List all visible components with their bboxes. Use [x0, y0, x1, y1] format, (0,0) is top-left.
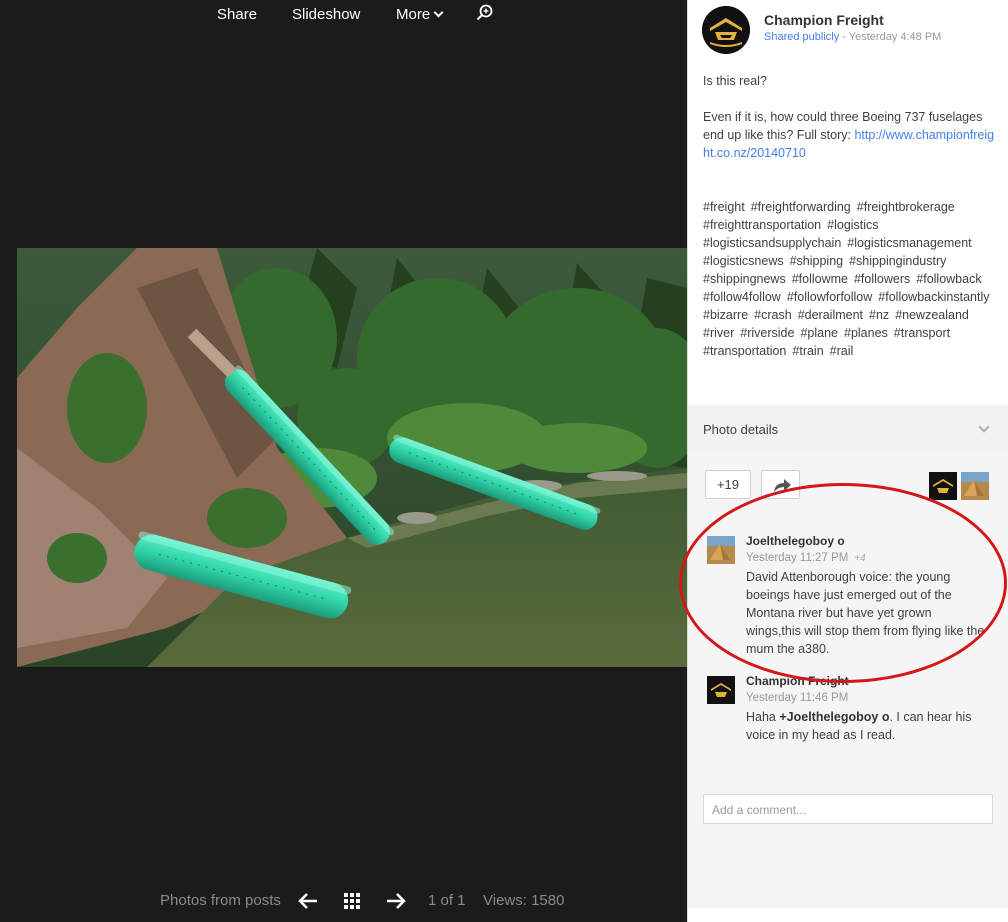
hashtag-link[interactable]: #plane: [800, 324, 838, 342]
share-post-button[interactable]: [761, 470, 800, 499]
post-panel: Champion Freight Shared publicly - Yeste…: [687, 0, 1008, 922]
viewer-footer: Photos from posts 1 of 1 Views: 1580: [0, 889, 687, 913]
comment-author[interactable]: Champion Freight: [746, 674, 849, 688]
hashtag-link[interactable]: #transportation: [703, 342, 786, 360]
champion-freight-logo: [707, 676, 735, 704]
hashtag-link[interactable]: #rail: [830, 342, 854, 360]
arrow-left-icon[interactable]: [297, 892, 319, 910]
hashtag-link[interactable]: #derailment: [798, 306, 863, 324]
champion-freight-logo: [702, 6, 750, 54]
comment-item: Joelthelegoboy o Yesterday 11:27 PM +4 Da…: [688, 533, 1008, 663]
hashtag-link[interactable]: #followme: [792, 270, 848, 288]
hashtag-link[interactable]: #logistics: [827, 216, 878, 234]
photo-viewer: Share Slideshow More Photos from posts 1…: [0, 0, 687, 922]
hashtag-link[interactable]: #planes: [844, 324, 888, 342]
slideshow-button[interactable]: Slideshow: [292, 6, 360, 23]
zoom-in-icon[interactable]: [476, 4, 494, 22]
hashtag-link[interactable]: #riverside: [740, 324, 794, 342]
meta-separator: -: [839, 31, 849, 43]
post-paragraph-1: Is this real?: [703, 74, 767, 88]
hashtag-link[interactable]: #shipping: [790, 252, 844, 270]
comment-text-prefix: Haha: [746, 710, 780, 724]
hashtag-link[interactable]: #freightforwarding: [751, 198, 851, 216]
share-button[interactable]: Share: [217, 6, 257, 23]
post-meta: Shared publicly - Yesterday 4:48 PM: [764, 31, 941, 43]
hashtag-link[interactable]: #transport: [894, 324, 950, 342]
comment-time: Yesterday 11:27 PM +4: [746, 552, 866, 564]
hashtag-link[interactable]: #bizarre: [703, 306, 748, 324]
chevron-down-icon: [433, 7, 444, 18]
comment-item: Champion Freight Yesterday 11:46 PM Haha…: [688, 673, 1008, 763]
viewer-toolbar: Share Slideshow More: [0, 4, 687, 26]
hashtag-link[interactable]: #freighttransportation: [703, 216, 821, 234]
plusser-avatar-2[interactable]: [961, 472, 989, 500]
pyramid-avatar-image: [961, 472, 989, 500]
views-count: Views: 1580: [483, 892, 565, 909]
hashtag-link[interactable]: #shippingnews: [703, 270, 786, 288]
user-mention[interactable]: +Joelthelegoboy o: [779, 710, 889, 724]
comment-plus-count[interactable]: +4: [854, 553, 865, 564]
commenter-avatar[interactable]: [707, 536, 735, 564]
chevron-down-icon: [978, 421, 990, 433]
post-paragraph-2: Even if it is, how could three Boeing 73…: [703, 108, 997, 162]
hashtag-link[interactable]: #logisticsandsupplychain: [703, 234, 841, 252]
hashtag-link[interactable]: #river: [703, 324, 734, 342]
comment-time: Yesterday 11:46 PM: [746, 692, 849, 704]
hashtag-link[interactable]: #freightbrokerage: [857, 198, 955, 216]
hashtag-link[interactable]: #logisticsmanagement: [847, 234, 971, 252]
hashtag-link[interactable]: #followback: [916, 270, 981, 288]
photo-details-label: Photo details: [703, 422, 779, 437]
post-body: Is this real? Even if it is, how could t…: [703, 72, 997, 180]
author-avatar[interactable]: [702, 6, 750, 54]
hashtag-link[interactable]: #follow4follow: [703, 288, 781, 306]
photo-details-toggle[interactable]: Photo details: [688, 405, 1008, 453]
comment-text: Haha +Joelthelegoboy o. I can hear his v…: [746, 708, 986, 744]
comment-author[interactable]: Joelthelegoboy o: [746, 534, 845, 548]
hashtag-link[interactable]: #freight: [703, 198, 745, 216]
post-timestamp[interactable]: Yesterday 4:48 PM: [849, 31, 942, 43]
visibility-link[interactable]: Shared publicly: [764, 31, 839, 43]
commenter-avatar[interactable]: [707, 676, 735, 704]
hashtag-link[interactable]: #followbackinstantly: [878, 288, 989, 306]
comment-time-text: Yesterday 11:27 PM: [746, 552, 849, 564]
hashtag-link[interactable]: #followforfollow: [787, 288, 872, 306]
more-button[interactable]: More: [396, 6, 444, 23]
photos-from-posts-link[interactable]: Photos from posts: [160, 892, 281, 909]
plus-one-button[interactable]: +19: [705, 470, 751, 499]
hashtag-link[interactable]: #train: [792, 342, 823, 360]
grid-icon[interactable]: [343, 892, 361, 910]
champion-freight-logo: [929, 472, 957, 500]
add-comment-input[interactable]: Add a comment...: [703, 794, 993, 824]
comment-text: David Attenborough voice: the young boei…: [746, 570, 985, 656]
photo-image: [17, 248, 687, 667]
hashtag-link[interactable]: #crash: [754, 306, 792, 324]
post-author[interactable]: Champion Freight: [764, 12, 884, 28]
hashtag-list: #freight #freightforwarding #freightbroker…: [703, 198, 999, 360]
plusser-avatar-1[interactable]: [929, 472, 957, 500]
hashtag-link[interactable]: #followers: [854, 270, 910, 288]
more-label: More: [396, 6, 431, 23]
hashtag-link[interactable]: #logisticsnews: [703, 252, 784, 270]
comments-section: +19 Joelthelegoboy o Yesterday 11:27 PM …: [688, 453, 1008, 908]
hashtag-link[interactable]: #newzealand: [895, 306, 969, 324]
share-arrow-icon: [774, 479, 791, 492]
pyramid-avatar-image: [707, 536, 735, 564]
hashtag-link[interactable]: #shippingindustry: [849, 252, 946, 270]
main-photo[interactable]: [17, 248, 687, 667]
hashtag-link[interactable]: #nz: [869, 306, 889, 324]
page-indicator: 1 of 1: [428, 892, 466, 909]
arrow-right-icon[interactable]: [385, 892, 407, 910]
